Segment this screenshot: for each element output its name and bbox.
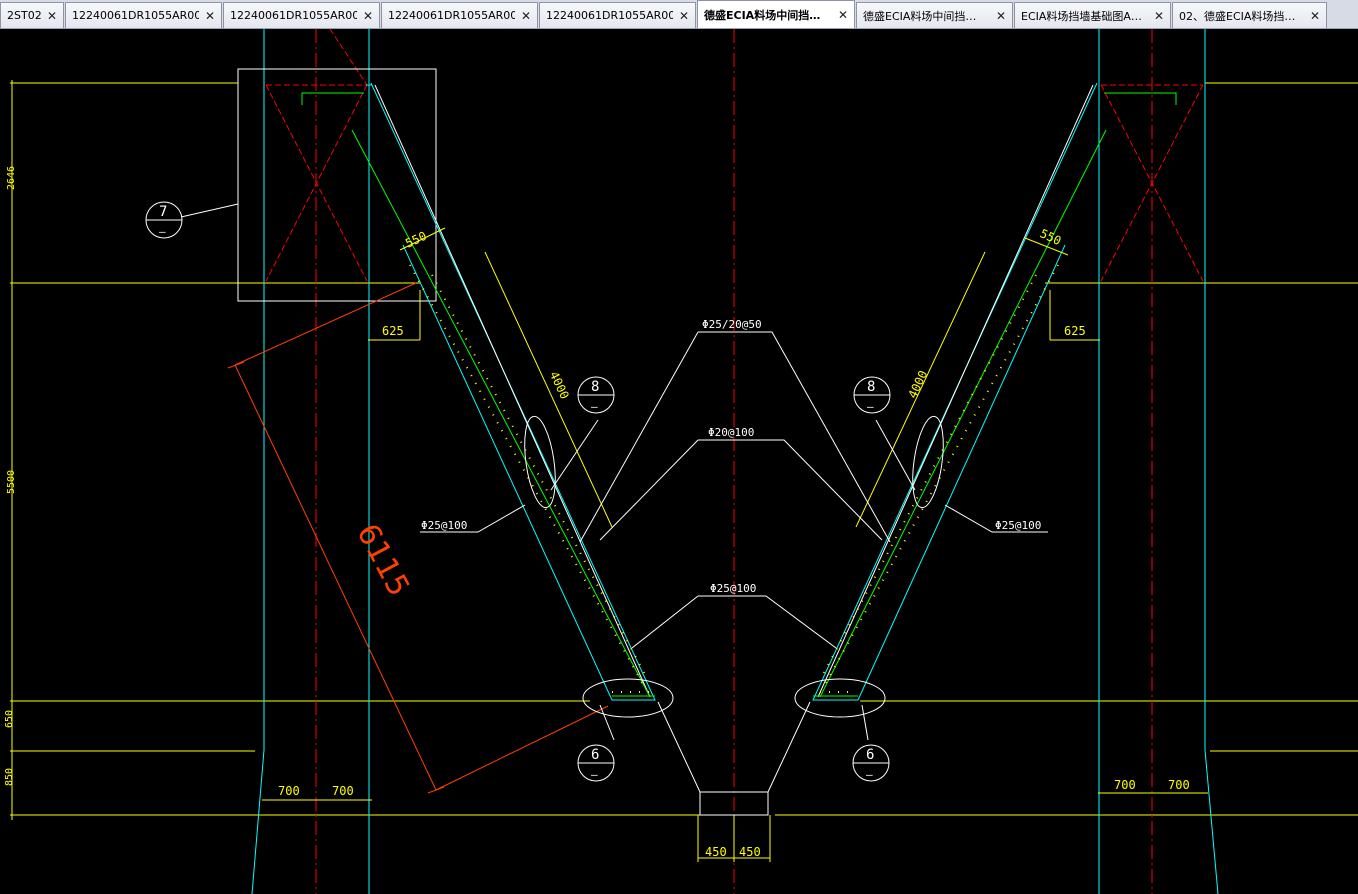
close-tab-icon[interactable]: ✕ [363,9,373,23]
callout-circles [145,201,891,782]
callout-8-left-sub: – [591,400,598,413]
dim-700-right-1: 700 [1114,778,1136,792]
callout-7-sub: – [159,225,166,238]
document-tab[interactable]: 12240061DR1055AR004… ✕ [539,2,696,28]
callout-6-right: 6 [866,747,874,763]
close-tab-icon[interactable]: ✕ [1154,9,1164,23]
tab-label: 02、德盛ECIA料场挡… [1179,9,1296,23]
close-tab-icon[interactable]: ✕ [679,9,689,23]
side-dim-850: 850 [4,768,15,786]
tab-label: 12240061DR1055AR004… [230,9,357,22]
dim-6115: 6115 [349,518,416,602]
tab-label: 12240061DR1055AR004… [546,9,673,22]
document-tab[interactable]: 12240061DR1055AR004… ✕ [223,2,380,28]
callout-6-left-sub: – [591,768,598,781]
dim-700-right-2: 700 [1168,778,1190,792]
left-slab [366,82,656,701]
rebar-label-left: Φ25@100 [421,519,467,532]
side-dim-2646: 2646 [6,166,17,190]
callout-8-right: 8 [867,379,875,395]
rebar-label-bottom: Φ25@100 [710,582,756,595]
document-tab-active[interactable]: 德盛ECIA料场中间挡… ✕ [697,0,855,28]
callout-8-left: 8 [591,379,599,395]
detail-box [237,68,437,302]
tab-label: 12240061DR1055AR004… [72,9,199,22]
side-dim-650: 650 [4,710,15,728]
rebar-label-middle: Φ20@100 [708,426,754,439]
document-tab[interactable]: 2ST02… ✕ [0,2,64,28]
white-leader-lines [180,203,1048,816]
document-tab[interactable]: 12240061DR1055AR004… ✕ [381,2,538,28]
callout-6-right-sub: – [866,768,873,781]
dim-450-right: 450 [739,845,761,859]
side-dim-5500: 5500 [6,470,17,494]
document-tab[interactable]: ECIA料场挡墙基础图A… ✕ [1014,2,1171,28]
callout-6-left: 6 [591,747,599,763]
rebar-label-top: Φ25/20@50 [702,318,762,331]
callout-7: 7 [159,204,167,220]
close-tab-icon[interactable]: ✕ [47,9,57,23]
document-tab-bar: 2ST02… ✕ 12240061DR1055AR004… ✕ 12240061DR… [0,0,1358,29]
dim-4000-left: 4000 [547,369,572,401]
tab-label: ECIA料场挡墙基础图A… [1021,9,1142,23]
right-slab [812,82,1098,701]
tab-label: 12240061DR1055AR004… [388,9,515,22]
dim-625-right: 625 [1064,324,1086,338]
close-tab-icon[interactable]: ✕ [205,9,215,23]
dim-625-left: 625 [382,324,404,338]
cad-drawing-canvas[interactable]: 550 550 625 625 4000 4000 700 700 700 70… [0,29,1358,894]
dimension-6115 [227,282,609,794]
close-tab-icon[interactable]: ✕ [838,8,848,22]
tab-label: 德盛ECIA料场中间挡… [863,9,977,23]
document-tab[interactable]: 12240061DR1055AR004… ✕ [65,2,222,28]
tab-label: 德盛ECIA料场中间挡… [704,8,821,22]
green-rebar-lines [301,92,1177,698]
close-tab-icon[interactable]: ✕ [1310,9,1320,23]
rebar-label-right: Φ25@100 [995,519,1041,532]
tab-label: 2ST02… [7,9,41,22]
close-tab-icon[interactable]: ✕ [521,9,531,23]
dim-550-left: 550 [403,229,429,251]
dim-4000-right: 4000 [905,368,930,400]
close-tab-icon[interactable]: ✕ [996,9,1006,23]
document-tab[interactable]: 德盛ECIA料场中间挡… ✕ [856,2,1013,28]
document-tab[interactable]: 02、德盛ECIA料场挡… ✕ [1172,2,1327,28]
red-center-lines [315,29,1153,894]
dim-450-left: 450 [705,845,727,859]
dim-700-left-1: 700 [278,784,300,798]
dim-700-left-2: 700 [332,784,354,798]
callout-8-right-sub: – [867,400,874,413]
cyan-column-lines [251,29,1219,894]
